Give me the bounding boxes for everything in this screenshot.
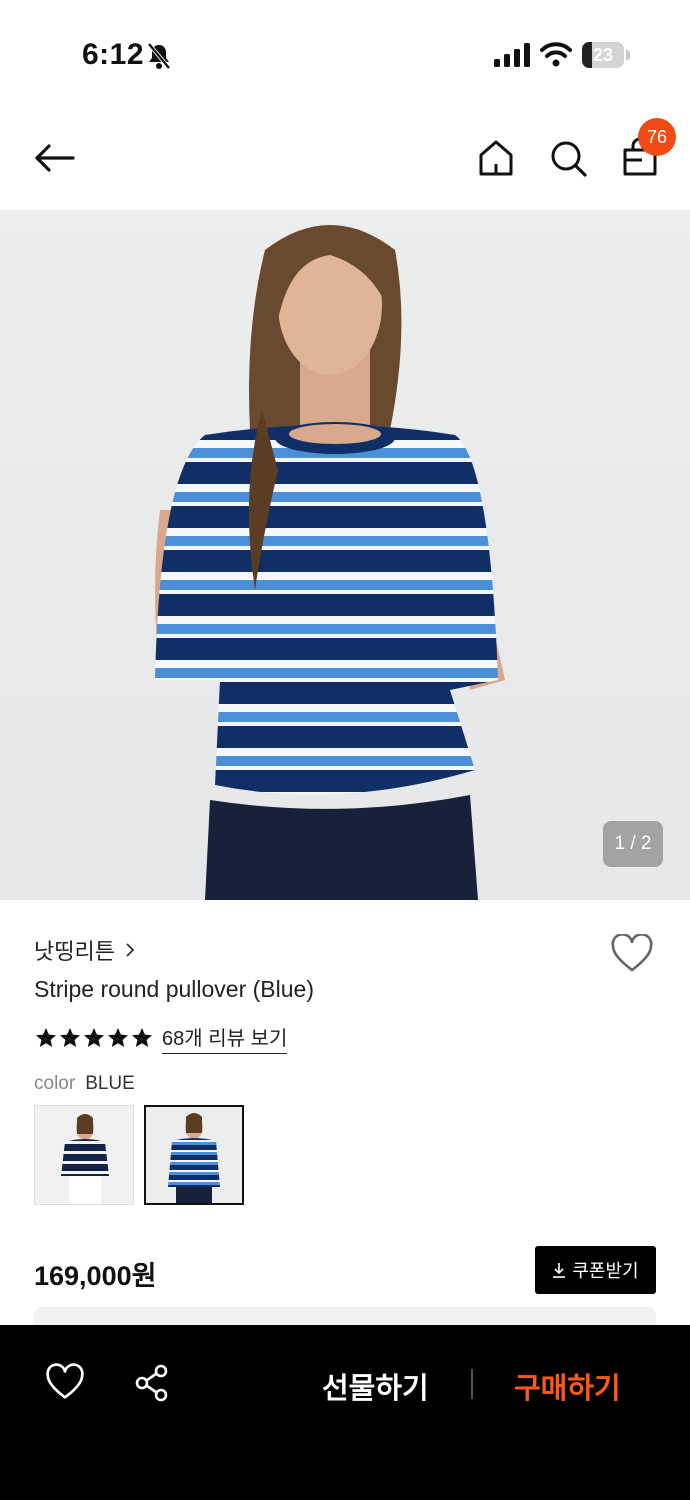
color-label: color (34, 1073, 76, 1094)
status-bar: 6:12 23 (0, 0, 690, 110)
color-option-blue[interactable] (144, 1105, 244, 1205)
rating-row: 68개 리뷰 보기 (34, 1022, 288, 1054)
buy-button[interactable]: 구매하기 (514, 1365, 621, 1407)
image-counter: 1 / 2 (603, 821, 663, 867)
coupon-label: 쿠폰받기 (572, 1261, 639, 1281)
product-image[interactable] (0, 210, 690, 900)
brand-link[interactable]: 낫띵리튼 (34, 934, 135, 966)
gift-button[interactable]: 선물하기 (322, 1365, 429, 1407)
color-value: BLUE (85, 1073, 135, 1094)
color-row: color BLUE (34, 1073, 135, 1095)
wifi-icon (540, 42, 572, 67)
star-icon (108, 1028, 128, 1047)
wishlist-button[interactable] (610, 933, 654, 974)
home-icon (479, 140, 513, 176)
product-title: Stripe round pullover (Blue) (34, 976, 314, 1002)
share-button[interactable] (132, 1363, 174, 1403)
back-button[interactable] (30, 138, 78, 178)
chevron-right-icon (126, 943, 135, 957)
star-icon (132, 1028, 152, 1047)
arrow-left-icon (35, 144, 75, 172)
bottom-action-bar: 선물하기 구매하기 (0, 1325, 690, 1500)
coupon-button[interactable]: 쿠폰받기 (535, 1246, 656, 1294)
battery-indicator: 23 (582, 42, 630, 68)
home-button[interactable] (474, 136, 518, 180)
star-icon (60, 1028, 80, 1047)
share-icon (135, 1364, 168, 1402)
heart-icon (611, 933, 653, 972)
divider (471, 1369, 473, 1399)
search-icon (551, 141, 587, 177)
top-nav (0, 110, 690, 210)
star-icon (84, 1028, 104, 1047)
bell-off-icon (147, 42, 171, 70)
heart-icon (46, 1363, 84, 1399)
bottom-wishlist-button[interactable] (44, 1363, 86, 1403)
signal-icon (494, 43, 530, 67)
reviews-link[interactable]: 68개 리뷰 보기 (162, 1022, 288, 1054)
brand-name: 낫띵리튼 (34, 939, 115, 964)
swatch-thumbnail (168, 1113, 220, 1203)
product-price: 169,000원 (34, 1261, 157, 1291)
battery-level: 23 (592, 45, 614, 65)
search-button[interactable] (546, 136, 590, 180)
swatch-thumbnail (61, 1114, 109, 1204)
star-icon (36, 1028, 56, 1047)
status-time: 6:12 (82, 38, 145, 71)
model-photo (155, 225, 505, 900)
color-option-navy[interactable] (34, 1105, 134, 1205)
star-rating (34, 1026, 154, 1050)
cart-count-badge: 76 (638, 118, 676, 156)
download-icon (553, 1263, 566, 1278)
